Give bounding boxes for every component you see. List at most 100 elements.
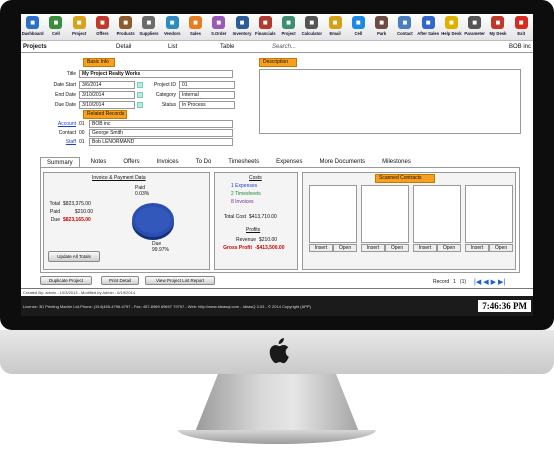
prev-record-icon[interactable]: ◀ <box>483 278 488 286</box>
toolbar-item-sales[interactable]: ■ Sales <box>184 14 207 40</box>
insert-button[interactable]: Insert <box>309 244 333 252</box>
tab-more-documents[interactable]: More Documents <box>313 157 371 167</box>
toolbar-item-contact[interactable]: ■ Contact <box>393 14 416 40</box>
contract-slot-1 <box>309 185 357 243</box>
toolbar-item-calculator[interactable]: ■ Calculator <box>300 14 323 40</box>
project-icon: ■ <box>282 16 296 29</box>
print-detail-button[interactable]: Print Detail <box>101 276 139 285</box>
sales-icon: ■ <box>188 16 202 29</box>
invoice-payment-box: Invoice & Payment Data Total $823,375.00… <box>43 172 210 270</box>
end-date-field[interactable]: 3/10/2014 <box>79 91 135 99</box>
project-id-field[interactable]: 01 <box>179 81 235 89</box>
contact-field[interactable]: George Smith <box>89 129 233 137</box>
tab-expenses[interactable]: Expenses <box>270 157 308 167</box>
scanned-contracts-header: Scanned Contracts <box>375 174 435 183</box>
staff-id: 01 <box>79 139 85 145</box>
license-text: License: 3D Printing Madrin Ltd-Phone: (… <box>23 303 311 309</box>
tools-icon: ■ <box>421 16 435 29</box>
tab-invoices[interactable]: Invoices <box>151 157 185 167</box>
toolbar-item-my-desk[interactable]: ■ My Desk <box>486 14 509 40</box>
tab-milestones[interactable]: Milestones <box>376 157 417 167</box>
staff-field[interactable]: Bob LENORMAND <box>89 138 233 146</box>
help-icon: ■ <box>444 16 458 29</box>
account-link[interactable]: Account <box>41 121 79 127</box>
date-start-field[interactable]: 3/6/2014 <box>79 81 135 89</box>
toolbar-item-suppliers[interactable]: ■ Suppliers <box>137 14 160 40</box>
toolbar-item-park[interactable]: ■ Park <box>370 14 393 40</box>
toolbar-item-email[interactable]: ■ Email <box>323 14 346 40</box>
open-button[interactable]: Open <box>385 244 409 252</box>
toolbar-item-s-order[interactable]: ■ S.Order <box>207 14 230 40</box>
toolbar-item-project[interactable]: ■ Project <box>68 14 91 40</box>
due-row: Due $823,165.00 <box>47 217 91 223</box>
toolbar-item-after-sales[interactable]: ■ After Sales <box>417 14 440 40</box>
toolbar-item-products[interactable]: ■ Products <box>114 14 137 40</box>
toolbar-item-financials[interactable]: ■ Financials <box>254 14 277 40</box>
costs-timesheets[interactable]: 2 Timesheets <box>231 191 261 197</box>
due-date-field[interactable]: 3/10/2014 <box>79 101 135 109</box>
pie-paid-legend: Paid 0.03% <box>135 185 149 197</box>
insert-button[interactable]: Insert <box>361 244 385 252</box>
offers-icon: ■ <box>95 16 109 29</box>
contact-icon: ■ <box>398 16 412 29</box>
category-field[interactable]: Internal <box>179 91 235 99</box>
order-icon: ■ <box>212 16 226 29</box>
toolbar-item-inventory[interactable]: ■ Inventory <box>230 14 253 40</box>
park-icon: ■ <box>375 16 389 29</box>
description-textarea[interactable] <box>259 69 521 134</box>
toolbar-item-parameter[interactable]: ■ Parameter <box>463 14 486 40</box>
payment-pie-chart <box>132 203 174 240</box>
staff-link[interactable]: Staff <box>41 139 79 145</box>
search-input[interactable]: Search... <box>272 44 452 50</box>
costs-expenses[interactable]: 1 Expenses <box>231 183 257 189</box>
insert-button[interactable]: Insert <box>465 244 489 252</box>
nav-list-link[interactable]: List <box>168 44 220 50</box>
nav-table-link[interactable]: Table <box>220 44 272 50</box>
license-footer: License: 3D Printing Madrin Ltd-Phone: (… <box>21 296 533 316</box>
tab-offers[interactable]: Offers <box>117 157 145 167</box>
audit-footer: Created By: admin - 10/3/2013 - Modified… <box>21 288 533 296</box>
record-total: (1) <box>459 279 467 285</box>
update-all-totals-button[interactable]: Update All Totals <box>48 251 100 262</box>
vendors-icon: ■ <box>165 16 179 29</box>
toolbar-item-cell[interactable]: ■ Cell <box>44 14 67 40</box>
toolbar-item-vendors[interactable]: ■ Vendors <box>161 14 184 40</box>
duplicate-project-button[interactable]: Duplicate Project <box>40 276 92 285</box>
project-id-label: Project ID <box>154 82 176 88</box>
toolbar-item-label: Help Desk <box>441 31 462 36</box>
toolbar-item-dashboard[interactable]: ■ Dashboard <box>21 14 44 40</box>
toolbar-item-help-desk[interactable]: ■ Help Desk <box>440 14 463 40</box>
toolbar-item-exit[interactable]: ■ Exit <box>510 14 533 40</box>
gross-profit-row: Gross Profit -$413,500.00 <box>219 245 284 251</box>
record-navigator: Record 1 (1) |◀ ◀ ▶ ▶| <box>433 278 505 286</box>
phone-icon: ■ <box>49 16 63 29</box>
tab-timesheets[interactable]: Timesheets <box>222 157 265 167</box>
title-label: Title <box>66 71 76 77</box>
insert-button[interactable]: Insert <box>413 244 437 252</box>
due-date-row: Due Date 3/10/2014 <box>41 101 143 109</box>
status-field[interactable]: In Process <box>179 101 235 109</box>
date-start-label: Date Start <box>53 82 76 88</box>
toolbar-item-cell[interactable]: ■ Cell <box>347 14 370 40</box>
tab-summary[interactable]: Summary <box>40 157 80 167</box>
tab-notes[interactable]: Notes <box>85 157 113 167</box>
monitor-stand <box>195 374 359 432</box>
toolbar-item-label: Inventory <box>232 31 252 36</box>
module-title: Projects <box>23 44 47 50</box>
tab-todo[interactable]: To Do <box>190 157 218 167</box>
title-field[interactable]: My Project Realty Works <box>79 70 233 78</box>
status-label: Status <box>161 102 176 108</box>
open-button[interactable]: Open <box>489 244 513 252</box>
next-record-icon[interactable]: ▶ <box>491 278 496 286</box>
open-button[interactable]: Open <box>437 244 461 252</box>
toolbar-item-offers[interactable]: ■ Offers <box>91 14 114 40</box>
costs-invoices[interactable]: 8 Invoices <box>231 199 254 205</box>
view-project-list-report-button[interactable]: View Project List Report <box>145 276 215 285</box>
toolbar-item-label: Products <box>116 31 135 36</box>
account-field[interactable]: BOB inc <box>89 120 233 128</box>
last-record-icon[interactable]: ▶| <box>498 278 505 286</box>
nav-detail-link[interactable]: Detail <box>116 44 168 50</box>
toolbar-item-project[interactable]: ■ Project <box>277 14 300 40</box>
first-record-icon[interactable]: |◀ <box>474 278 481 286</box>
open-button[interactable]: Open <box>333 244 357 252</box>
